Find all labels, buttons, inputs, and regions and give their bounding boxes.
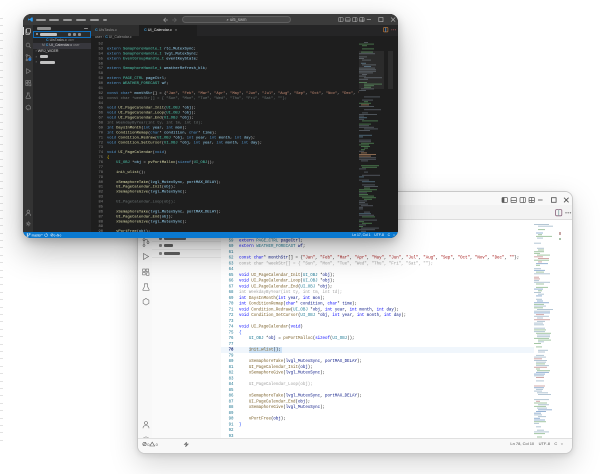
svg-text:0: 0 [156,441,159,446]
svg-text:0: 0 [54,233,56,237]
svg-text:master*: master* [32,233,44,237]
svg-text:0: 0 [60,233,62,237]
